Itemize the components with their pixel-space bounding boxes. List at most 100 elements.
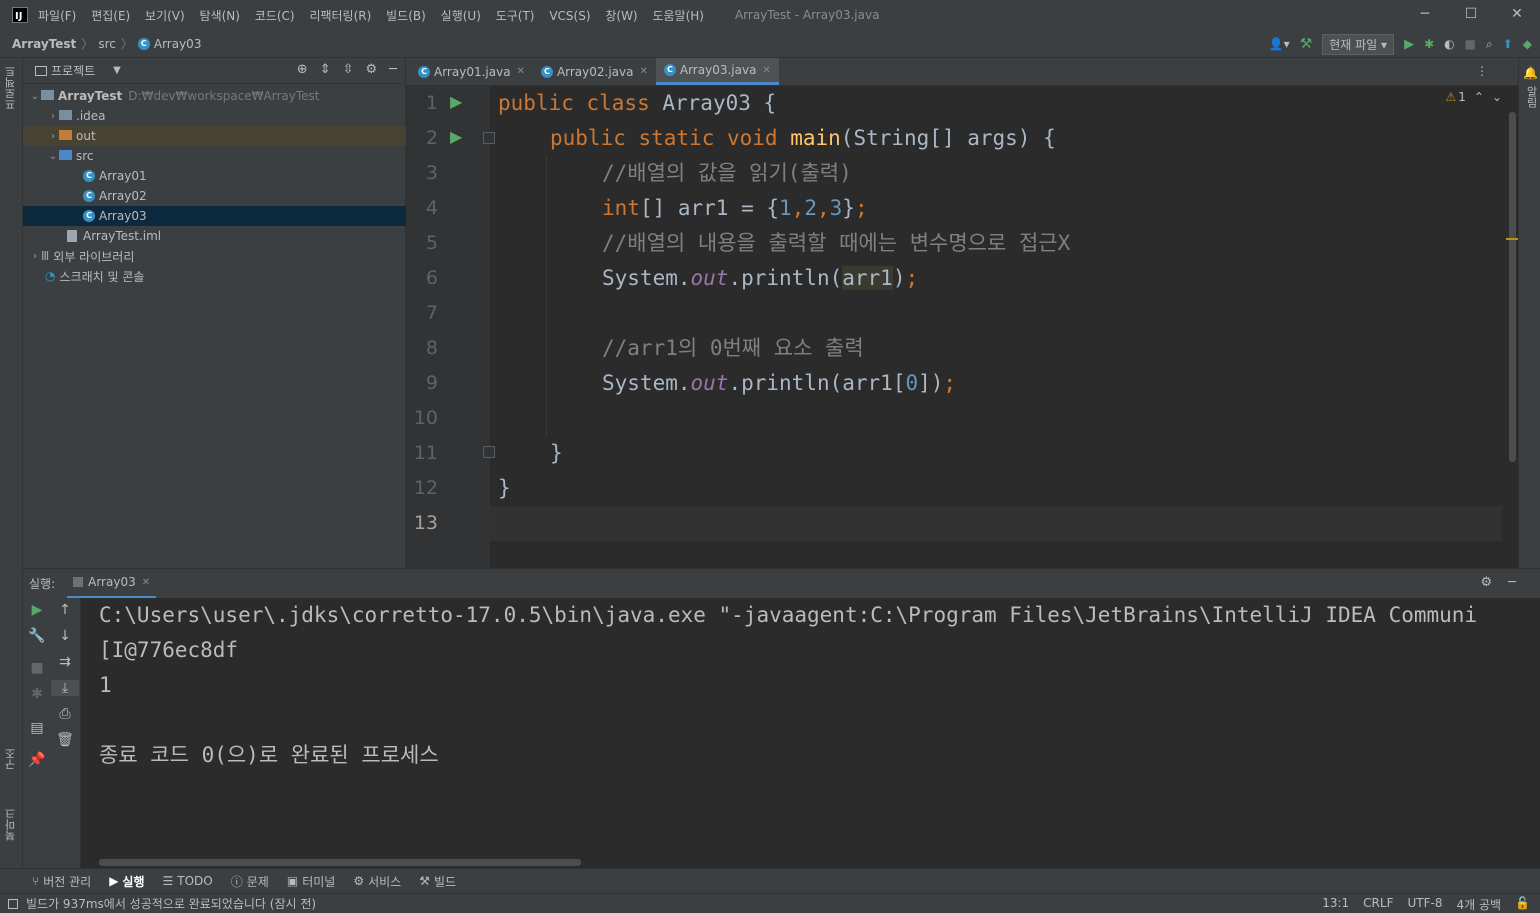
menu-window[interactable]: 창(W) bbox=[605, 9, 637, 23]
breadcrumb-src[interactable]: src bbox=[98, 37, 116, 51]
chevron-right-icon[interactable]: › bbox=[47, 131, 59, 142]
tab-array03[interactable]: C Array03.java ✕ bbox=[655, 58, 779, 85]
fold-marker-icon[interactable] bbox=[483, 132, 495, 144]
arrow-down-icon[interactable]: ↓ bbox=[51, 628, 79, 644]
console-scrollbar[interactable] bbox=[99, 859, 581, 866]
menu-tools[interactable]: 도구(T) bbox=[496, 9, 535, 23]
coverage-icon[interactable]: ◐ bbox=[1444, 37, 1454, 51]
indent-setting[interactable]: 4개 공백 bbox=[1456, 896, 1501, 913]
editor-scrollbar[interactable] bbox=[1509, 112, 1516, 462]
notifications-icon[interactable]: 🔔 bbox=[1523, 66, 1538, 80]
tree-item-scratches[interactable]: ◔ 스크래치 및 콘솔 bbox=[23, 266, 406, 286]
project-tool-button[interactable]: 프로젝트 bbox=[3, 66, 19, 110]
tab-build[interactable]: ⚒ 빌드 bbox=[419, 873, 456, 890]
gear-icon[interactable]: ⚙ bbox=[366, 62, 378, 77]
breadcrumb-project[interactable]: ArrayTest bbox=[12, 37, 76, 51]
maximize-icon[interactable]: ☐ bbox=[1448, 0, 1494, 30]
chevron-down-icon[interactable]: ⌄ bbox=[1492, 90, 1502, 104]
hide-icon[interactable]: ─ bbox=[1508, 575, 1516, 590]
run-main-icon[interactable]: ▶ bbox=[450, 127, 462, 146]
scroll-to-end-icon[interactable]: ⤓ bbox=[51, 680, 79, 696]
tree-item-idea[interactable]: › .idea bbox=[23, 106, 406, 126]
status-toggle-icon[interactable] bbox=[8, 898, 18, 909]
chevron-down-icon[interactable]: ▼ bbox=[113, 65, 121, 76]
chevron-right-icon[interactable]: › bbox=[29, 251, 41, 262]
debug-icon[interactable]: ✱ bbox=[1424, 37, 1434, 51]
search-icon[interactable]: ⌕ bbox=[1486, 37, 1493, 52]
trash-icon[interactable]: 🗑 bbox=[51, 732, 79, 748]
hide-icon[interactable]: ─ bbox=[389, 62, 397, 77]
menu-run[interactable]: 실행(U) bbox=[441, 9, 481, 23]
tree-item-array02[interactable]: C Array02 bbox=[23, 186, 406, 206]
run-config-select[interactable]: 현재 파일 ▾ bbox=[1322, 33, 1395, 55]
run-class-icon[interactable]: ▶ bbox=[450, 92, 462, 111]
collapse-all-icon[interactable]: ⇳ bbox=[343, 62, 354, 77]
run-console[interactable]: C:\Users\user\.jdks\corretto-17.0.5\bin\… bbox=[81, 598, 1516, 868]
chevron-down-icon[interactable]: ⌄ bbox=[29, 91, 41, 102]
warning-marker[interactable] bbox=[1506, 238, 1518, 240]
fold-marker-icon[interactable] bbox=[483, 446, 495, 458]
tree-item-arraytest[interactable]: ⌄ ArrayTest D:₩dev₩workspace₩ArrayTest bbox=[23, 86, 406, 106]
menu-edit[interactable]: 편집(E) bbox=[91, 9, 130, 23]
close-tab-icon[interactable]: ✕ bbox=[142, 577, 150, 588]
wrench-icon[interactable]: 🔧 bbox=[23, 628, 51, 644]
more-options-icon[interactable]: ⋮ bbox=[1476, 64, 1488, 78]
tree-item-arraytest-iml[interactable]: ArrayTest.iml bbox=[23, 226, 406, 246]
structure-tool-button[interactable]: 구조 bbox=[3, 748, 19, 770]
soft-wrap-icon[interactable]: ⇉ bbox=[51, 654, 79, 670]
menu-build[interactable]: 빌드(B) bbox=[386, 9, 426, 23]
layout-icon[interactable]: ▤ bbox=[23, 720, 51, 736]
tree-item-array01[interactable]: C Array01 bbox=[23, 166, 406, 186]
menu-navigate[interactable]: 탐색(N) bbox=[200, 9, 240, 23]
arrow-up-icon[interactable]: ↑ bbox=[51, 602, 79, 618]
file-encoding[interactable]: UTF-8 bbox=[1407, 896, 1442, 913]
build-hammer-icon[interactable]: ⚒ bbox=[1300, 36, 1313, 52]
close-tab-icon[interactable]: ✕ bbox=[762, 65, 770, 76]
inspection-widget[interactable]: ⚠ 1 ⌃ ⌄ bbox=[1445, 90, 1502, 104]
chevron-right-icon[interactable]: › bbox=[47, 111, 59, 122]
tab-services[interactable]: ⚙ 서비스 bbox=[353, 873, 401, 890]
run-icon[interactable]: ▶ bbox=[1404, 37, 1414, 52]
rerun-icon[interactable]: ▶ bbox=[23, 602, 51, 618]
tab-run[interactable]: ▶ 실행 bbox=[109, 873, 144, 890]
run-tab-array03[interactable]: Array03 ✕ bbox=[67, 569, 157, 599]
tab-problems[interactable]: ⓘ 문제 bbox=[231, 873, 269, 890]
menu-refactor[interactable]: 리팩터링(R) bbox=[309, 9, 371, 23]
gear-icon[interactable]: ⚙ bbox=[1481, 575, 1493, 590]
chevron-up-icon[interactable]: ⌃ bbox=[1474, 90, 1484, 104]
code-editor[interactable]: 1 2 3 4 5 6 7 8 9 10 11 12 13 ▶ ▶ public… bbox=[406, 86, 1518, 568]
print-icon[interactable]: ⎙ bbox=[51, 706, 79, 722]
tree-item-array03[interactable]: C Array03 bbox=[23, 206, 406, 226]
menu-code[interactable]: 코드(C) bbox=[255, 9, 295, 23]
chevron-down-icon[interactable]: ⌄ bbox=[47, 151, 59, 162]
notifications-tool-button[interactable]: 알림 bbox=[1523, 86, 1539, 108]
project-panel-title[interactable]: 프로젝트 bbox=[51, 62, 95, 79]
tree-item-out[interactable]: › out bbox=[23, 126, 406, 146]
lock-icon[interactable]: 🔓 bbox=[1515, 896, 1530, 913]
close-tab-icon[interactable]: ✕ bbox=[639, 66, 647, 77]
pin-icon[interactable]: 📌 bbox=[23, 752, 51, 768]
tree-item-external-libraries[interactable]: › Ⅲ 외부 라이브러리 bbox=[23, 246, 406, 266]
line-separator[interactable]: CRLF bbox=[1363, 896, 1393, 913]
tab-array02[interactable]: C Array02.java ✕ bbox=[533, 58, 656, 85]
status-message[interactable]: 빌드가 937ms에서 성공적으로 완료되었습니다 (잠시 전) bbox=[26, 895, 316, 912]
caret-position[interactable]: 13:1 bbox=[1322, 896, 1349, 913]
close-icon[interactable]: ✕ bbox=[1494, 0, 1540, 30]
expand-all-icon[interactable]: ⇕ bbox=[320, 62, 331, 77]
tab-array01[interactable]: C Array01.java ✕ bbox=[410, 58, 533, 85]
tree-item-src[interactable]: ⌄ src bbox=[23, 146, 406, 166]
user-icon[interactable]: 👤▾ bbox=[1269, 37, 1290, 51]
tab-version-control[interactable]: ⑂ 버전 관리 bbox=[32, 873, 91, 890]
update-icon[interactable]: ⬆ bbox=[1503, 37, 1513, 51]
tab-terminal[interactable]: ▣ 터미널 bbox=[287, 873, 335, 890]
breadcrumb-file[interactable]: Array03 bbox=[154, 37, 202, 51]
minimize-icon[interactable]: ─ bbox=[1402, 0, 1448, 30]
tab-todo[interactable]: ☰ TODO bbox=[163, 874, 213, 888]
menu-vcs[interactable]: VCS(S) bbox=[549, 9, 590, 23]
locate-icon[interactable]: ⊕ bbox=[297, 62, 308, 77]
stop-icon[interactable]: ■ bbox=[1465, 37, 1476, 51]
jetbrains-icon[interactable]: ◆ bbox=[1523, 37, 1532, 51]
close-tab-icon[interactable]: ✕ bbox=[517, 66, 525, 77]
menu-help[interactable]: 도움말(H) bbox=[652, 9, 704, 23]
stop-icon[interactable]: ■ bbox=[23, 660, 51, 676]
